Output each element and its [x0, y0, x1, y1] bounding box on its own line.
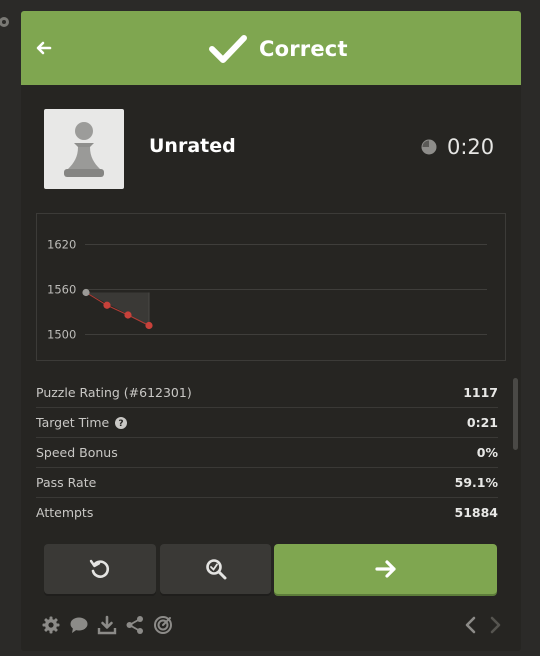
- piece-thumbnail: [44, 109, 124, 189]
- help-icon[interactable]: ?: [115, 416, 128, 429]
- arrow-left-icon[interactable]: [35, 39, 53, 57]
- chevron-right-icon[interactable]: [485, 615, 505, 635]
- stat-value: 51884: [454, 505, 499, 520]
- chart-ytick-label: 1500: [47, 328, 76, 342]
- stat-label: Target Time: [36, 415, 110, 430]
- stat-label: Pass Rate: [36, 475, 97, 490]
- target-icon[interactable]: [153, 615, 173, 635]
- stat-row-speed-bonus: Speed Bonus 0%: [36, 438, 498, 468]
- stat-row-pass-rate: Pass Rate 59.1%: [36, 468, 498, 498]
- arrow-right-icon: [374, 560, 396, 578]
- stat-row-target-time: Target Time ? 0:21: [36, 408, 498, 438]
- stat-row-puzzle-rating: Puzzle Rating (#612301) 1117: [36, 378, 498, 408]
- result-header: Correct: [21, 11, 521, 85]
- next-puzzle-button[interactable]: [274, 544, 497, 594]
- rating-chart-svg: 1500 1560 1620: [47, 238, 487, 342]
- analyze-button[interactable]: [160, 544, 271, 594]
- download-icon[interactable]: [97, 615, 117, 635]
- stat-label: Attempts: [36, 505, 94, 520]
- checkmark-icon: [209, 35, 247, 63]
- puzzle-summary: Unrated 0:20: [21, 109, 521, 189]
- action-buttons: [44, 544, 497, 594]
- chat-icon[interactable]: [69, 615, 89, 635]
- result-title-text: Correct: [259, 37, 348, 61]
- stat-label-wrap: Target Time ?: [36, 415, 128, 430]
- clock-icon: [421, 139, 437, 155]
- rating-chart: 1500 1560 1620: [36, 213, 506, 361]
- chart-ytick-label: 1620: [47, 238, 76, 252]
- chart-point: [145, 321, 153, 330]
- analyze-icon: [205, 559, 226, 580]
- puzzle-stats: Puzzle Rating (#612301) 1117 Target Time…: [36, 378, 498, 527]
- chart-point: [103, 301, 111, 309]
- stat-row-attempts: Attempts 51884: [36, 498, 498, 527]
- retry-icon: [89, 559, 109, 578]
- puzzle-timer: 0:20: [421, 135, 494, 159]
- chart-point: [82, 288, 90, 297]
- chart-point: [124, 311, 132, 319]
- stat-value: 59.1%: [454, 475, 498, 490]
- stat-value: 1117: [463, 385, 498, 400]
- pawn-icon: [64, 122, 104, 177]
- result-title: Correct: [209, 34, 348, 64]
- svg-text:?: ?: [119, 419, 124, 429]
- chart-ytick-label: 1560: [47, 283, 76, 297]
- retry-button[interactable]: [44, 544, 156, 594]
- settings-gear-icon[interactable]: [0, 14, 12, 30]
- puzzle-result-panel: Correct Unrated 0:20 1500 1560 1620 Puzzle…: [21, 11, 521, 651]
- stat-label: Speed Bonus: [36, 445, 118, 460]
- stat-label: Puzzle Rating (#612301): [36, 385, 192, 400]
- footer-toolbar: [21, 611, 521, 639]
- rating-mode-label: Unrated: [149, 135, 236, 157]
- stat-value: 0:21: [466, 415, 498, 430]
- stats-scrollbar[interactable]: [513, 378, 518, 450]
- settings-icon[interactable]: [41, 615, 61, 635]
- share-icon[interactable]: [125, 615, 145, 635]
- chevron-left-icon[interactable]: [461, 615, 481, 635]
- stat-value: 0%: [476, 445, 498, 460]
- timer-value: 0:20: [447, 135, 495, 159]
